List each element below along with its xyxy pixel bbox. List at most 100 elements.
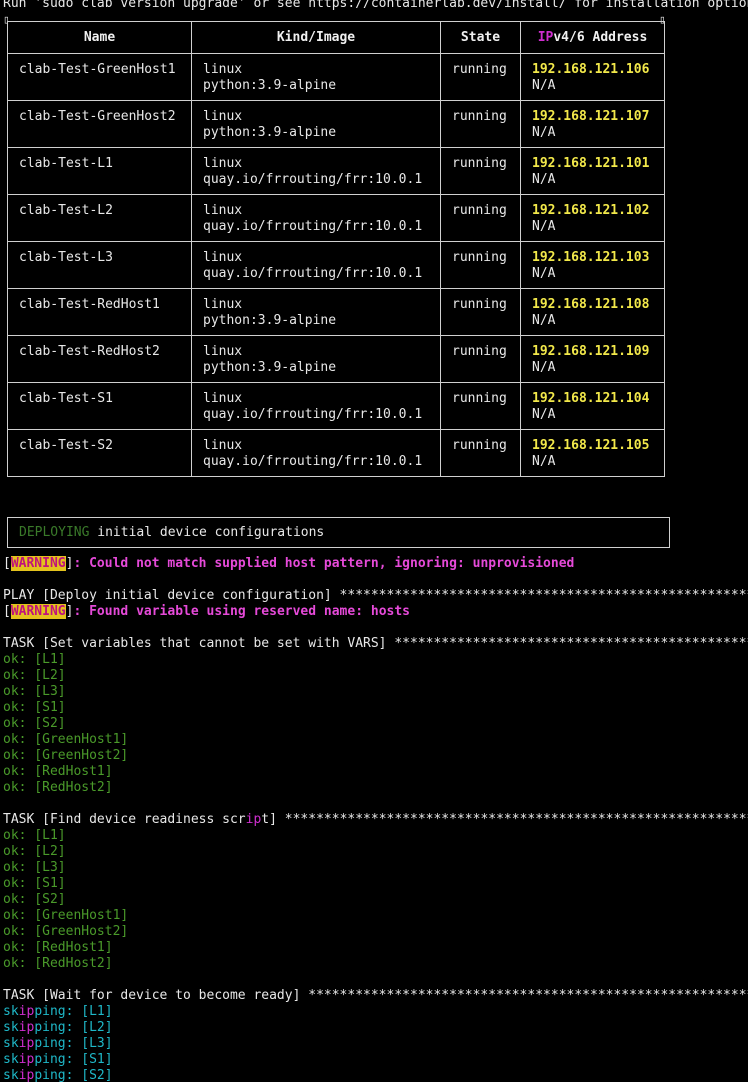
cell-ip: 192.168.121.103 N/A: [520, 241, 665, 289]
node-ipv4: 192.168.121.105: [532, 438, 650, 453]
node-name: clab-Test-GreenHost2: [19, 109, 176, 124]
warning-line-2: [WARNING]: Found variable using reserved…: [3, 604, 410, 619]
cell-kind-image: linux python:3.9-alpine: [191, 53, 441, 101]
node-name: clab-Test-L1: [19, 156, 113, 171]
node-kind: linux: [203, 203, 243, 218]
node-ipv4: 192.168.121.104: [532, 391, 650, 406]
node-ipv6: N/A: [532, 172, 556, 187]
skip-text-c: ping: [L3]: [34, 1036, 113, 1051]
node-image: quay.io/frrouting/frr:10.0.1: [203, 172, 423, 187]
cell-state: running: [440, 147, 521, 195]
node-state: running: [452, 250, 507, 265]
task-result-line: ok: [RedHost1]: [3, 764, 113, 779]
task-result-line: ok: [S2]: [3, 716, 66, 731]
skip-text-b: ip: [18, 1004, 35, 1019]
node-kind: linux: [203, 297, 243, 312]
cell-ip: 192.168.121.101 N/A: [520, 147, 665, 195]
node-name: clab-Test-L3: [19, 250, 113, 265]
node-ipv4: 192.168.121.102: [532, 203, 650, 218]
task-result-line: ok: [S1]: [3, 876, 66, 891]
node-ipv6: N/A: [532, 407, 556, 422]
cell-ip: 192.168.121.108 N/A: [520, 288, 665, 336]
cell-name: clab-Test-S1: [7, 382, 192, 430]
task-result-line: ok: [L1]: [3, 652, 66, 667]
nodes-table: Name Kind/Image State IPv4/6 Address cla…: [7, 21, 665, 477]
task-result-line: ok: [L2]: [3, 668, 66, 683]
table-row: clab-Test-S1 linux quay.io/frrouting/frr:1…: [7, 382, 665, 430]
node-image: quay.io/frrouting/frr:10.0.1: [203, 407, 423, 422]
cell-name: clab-Test-GreenHost1: [7, 53, 192, 101]
node-name: clab-Test-RedHost1: [19, 297, 160, 312]
upgrade-hint-line: Run 'sudo clab version upgrade' or see h…: [3, 0, 748, 11]
warning-line-1: [WARNING]: Could not match supplied host…: [3, 556, 575, 571]
warning-tag: WARNING: [10, 556, 66, 571]
node-ipv6: N/A: [532, 78, 556, 93]
table-row: clab-Test-L3 linux quay.io/frrouting/frr:1…: [7, 241, 665, 289]
cell-state: running: [440, 288, 521, 336]
task-result-line: ok: [GreenHost2]: [3, 748, 129, 763]
header-ip-rest: v4/6 Address: [553, 29, 648, 45]
cell-state: running: [440, 382, 521, 430]
warning-tag: WARNING: [10, 604, 66, 619]
task-result-line: skipping: [L2]: [3, 1020, 113, 1036]
task-result-line: ok: [GreenHost2]: [3, 924, 129, 939]
skip-text-c: ping: [L1]: [34, 1004, 113, 1019]
table-row: clab-Test-RedHost1 linux python:3.9-alpine…: [7, 288, 665, 336]
cell-name: clab-Test-GreenHost2: [7, 100, 192, 148]
skip-text-a: sk: [3, 1036, 19, 1051]
task-line-1: TASK [Set variables that cannot be set w…: [3, 636, 748, 651]
node-state: running: [452, 109, 507, 124]
cell-state: running: [440, 429, 521, 477]
task-result-line: skipping: [S2]: [3, 1068, 113, 1082]
skip-text-b: ip: [18, 1068, 35, 1082]
task-line-3: TASK [Wait for device to become ready] *…: [3, 988, 748, 1003]
header-kind-image: Kind/Image: [191, 21, 441, 54]
cell-ip: 192.168.121.107 N/A: [520, 100, 665, 148]
node-ipv6: N/A: [532, 360, 556, 375]
task2-text-a: TASK [Find device readiness scr: [3, 812, 246, 827]
task-result-line: ok: [RedHost2]: [3, 956, 113, 971]
node-state: running: [452, 438, 507, 453]
task-result-line: ok: [RedHost2]: [3, 780, 113, 795]
deploy-banner: DEPLOYING initial device configurations: [7, 517, 670, 548]
task-result-line: skipping: [L3]: [3, 1036, 113, 1052]
skip-text-c: ping: [L2]: [34, 1020, 113, 1035]
cell-kind-image: linux quay.io/frrouting/frr:10.0.1: [191, 147, 441, 195]
skip-text-a: sk: [3, 1004, 19, 1019]
skip-text-b: ip: [18, 1052, 35, 1067]
node-ipv6: N/A: [532, 219, 556, 234]
header-name: Name: [7, 21, 192, 54]
cell-name: clab-Test-L2: [7, 194, 192, 242]
cell-state: running: [440, 194, 521, 242]
task2-text-c: t] *************************************…: [261, 812, 748, 827]
cell-state: running: [440, 100, 521, 148]
cell-kind-image: linux quay.io/frrouting/frr:10.0.1: [191, 429, 441, 477]
node-ipv4: 192.168.121.109: [532, 344, 650, 359]
node-ipv6: N/A: [532, 266, 556, 281]
skip-text-a: sk: [3, 1052, 19, 1067]
skip-text-b: ip: [18, 1020, 35, 1035]
node-image: quay.io/frrouting/frr:10.0.1: [203, 266, 423, 281]
node-ipv6: N/A: [532, 313, 556, 328]
node-kind: linux: [203, 438, 243, 453]
task-result-line: skipping: [S1]: [3, 1052, 113, 1068]
table-row: clab-Test-L2 linux quay.io/frrouting/frr:1…: [7, 194, 665, 242]
cell-state: running: [440, 241, 521, 289]
skip-text-a: sk: [3, 1020, 19, 1035]
terminal-window[interactable]: Run 'sudo clab version upgrade' or see h…: [0, 0, 748, 1082]
table-header-row: Name Kind/Image State IPv4/6 Address: [7, 21, 665, 54]
cell-ip: 192.168.121.106 N/A: [520, 53, 665, 101]
node-ipv6: N/A: [532, 125, 556, 140]
node-image: python:3.9-alpine: [203, 125, 337, 140]
node-name: clab-Test-RedHost2: [19, 344, 160, 359]
cell-kind-image: linux quay.io/frrouting/frr:10.0.1: [191, 382, 441, 430]
cell-ip: 192.168.121.109 N/A: [520, 335, 665, 383]
cell-ip: 192.168.121.104 N/A: [520, 382, 665, 430]
table-row: clab-Test-GreenHost2 linux python:3.9-alpi…: [7, 100, 665, 148]
skip-text-a: sk: [3, 1068, 19, 1082]
task-result-line: ok: [L3]: [3, 860, 66, 875]
node-image: python:3.9-alpine: [203, 78, 337, 93]
task-result-line: ok: [GreenHost1]: [3, 908, 129, 923]
task-result-line: ok: [L2]: [3, 844, 66, 859]
node-state: running: [452, 344, 507, 359]
